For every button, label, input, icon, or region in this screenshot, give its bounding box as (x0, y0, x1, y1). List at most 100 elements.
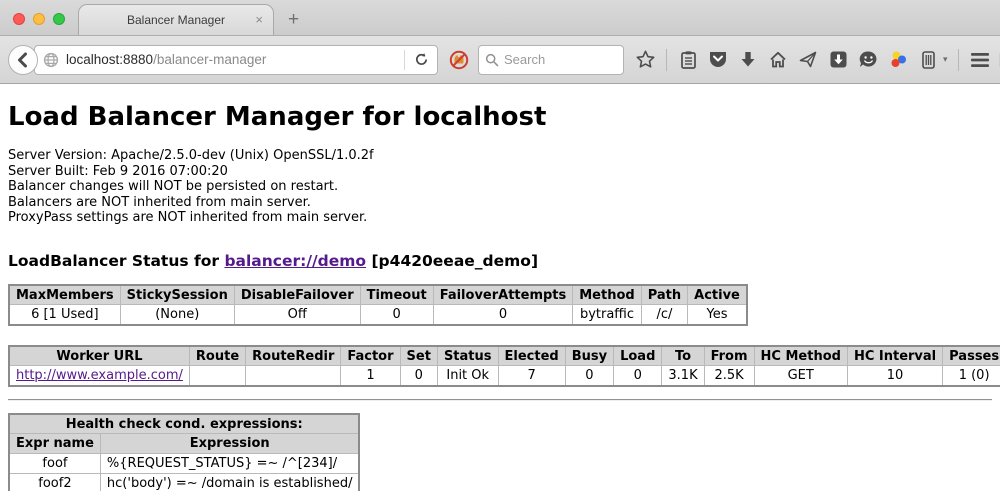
smiley-button[interactable] (857, 48, 879, 72)
table-cell: 6 [1 Used] (9, 305, 120, 325)
table-row: http://www.example.com/10Init Ok7003.1K2… (9, 366, 1000, 386)
table-cell: hc('body') =~ /domain is established/ (100, 474, 359, 491)
url-bar[interactable]: localhost:8880/balancer-manager (34, 45, 438, 75)
reload-button[interactable] (405, 52, 437, 67)
table-cell: 7 (498, 366, 565, 386)
column-header: RouteRedir (246, 346, 341, 366)
reload-icon (414, 52, 429, 67)
page-content: Load Balancer Manager for localhost Serv… (0, 84, 1000, 491)
back-arrow-icon (15, 52, 31, 68)
menu-button[interactable] (969, 48, 991, 72)
box-down-arrow-icon (829, 50, 848, 69)
page-title: Load Balancer Manager for localhost (8, 84, 992, 132)
table-cell: 10 (847, 366, 942, 386)
column-header: HC Interval (847, 346, 942, 366)
tab-bar: Balancer Manager × + (0, 0, 1000, 36)
column-header: FailoverAttempts (433, 285, 573, 305)
colored-dots-icon (889, 50, 908, 69)
column-header: DisableFailover (234, 285, 360, 305)
column-header: Method (573, 285, 641, 305)
table-cell: bytraffic (573, 305, 641, 325)
window-controls (13, 13, 65, 25)
globe-icon[interactable] (43, 52, 59, 68)
proxypass-notice-line: ProxyPass settings are NOT inherited fro… (8, 210, 992, 226)
column-header: Factor (341, 346, 400, 366)
status-heading-suffix: [p4420eeae_demo] (366, 252, 538, 270)
tab-balancer-manager[interactable]: Balancer Manager × (78, 4, 274, 35)
column-header: To (662, 346, 704, 366)
bookmark-star-button[interactable] (634, 48, 656, 72)
worker-url-link[interactable]: http://www.example.com/ (16, 368, 183, 383)
table-cell: %{REQUEST_STATUS} =~ /^[234]/ (100, 454, 359, 474)
status-heading-prefix: LoadBalancer Status for (8, 252, 224, 270)
grill-icon (920, 50, 937, 70)
toolbar-divider (958, 49, 959, 71)
close-window-button[interactable] (13, 13, 25, 25)
table-cell: 0 (433, 305, 573, 325)
toolbar-divider (666, 49, 667, 71)
table-cell: 1 (0) (943, 366, 1000, 386)
column-header: HC Method (754, 346, 847, 366)
table-cell: http://www.example.com/ (9, 366, 189, 386)
table-cell: foof (9, 454, 100, 474)
table-cell: 0 (360, 305, 433, 325)
colored-dots-button[interactable] (887, 48, 909, 72)
health-check-expressions-table: Health check cond. expressions:Expr name… (8, 413, 360, 491)
smiley-face-icon (858, 50, 879, 70)
table-cell: 3.1K (662, 366, 704, 386)
send-button[interactable] (797, 48, 819, 72)
url-path: /balancer-manager (153, 52, 266, 67)
star-icon (635, 49, 656, 70)
column-header: Busy (565, 346, 613, 366)
loadbalancer-status-heading: LoadBalancer Status for balancer://demo … (8, 252, 992, 270)
column-header: Expression (100, 434, 359, 454)
search-input[interactable] (504, 52, 604, 67)
column-header: Set (400, 346, 437, 366)
table-row: foof2hc('body') =~ /domain is establishe… (9, 474, 359, 491)
pocket-icon (708, 50, 728, 69)
table-title: Health check cond. expressions: (9, 414, 359, 434)
paper-plane-icon (798, 50, 818, 69)
table-cell: GET (754, 366, 847, 386)
plugin-blocked-icon (448, 49, 470, 71)
column-header: Timeout (360, 285, 433, 305)
table-cell (246, 366, 341, 386)
column-header: Path (641, 285, 687, 305)
toolbar-icons: ▾ (634, 48, 1000, 72)
clipboard-button[interactable] (677, 48, 699, 72)
column-header: From (704, 346, 754, 366)
extension-grill-button[interactable] (917, 48, 939, 72)
table-cell: Init Ok (437, 366, 498, 386)
zoom-window-button[interactable] (53, 13, 65, 25)
column-header: Passes (943, 346, 1000, 366)
table-row: 6 [1 Used](None)Off00bytraffic/c/Yes (9, 305, 747, 325)
url-domain: localhost:8880 (66, 52, 153, 67)
search-bar[interactable] (478, 45, 624, 75)
table-cell: 0 (565, 366, 613, 386)
browser-window: Balancer Manager × + localhost:8880/bala… (0, 0, 1000, 491)
column-header: Worker URL (9, 346, 189, 366)
home-button[interactable] (767, 48, 789, 72)
table-cell: 1 (341, 366, 400, 386)
column-header: StickySession (120, 285, 234, 305)
url-text[interactable]: localhost:8880/balancer-manager (66, 52, 404, 67)
column-header: Status (437, 346, 498, 366)
tab-close-icon[interactable]: × (255, 12, 263, 27)
chevron-down-icon[interactable]: ▾ (943, 54, 948, 65)
pocket-button[interactable] (707, 48, 729, 72)
column-header: Elected (498, 346, 565, 366)
table-cell: foof2 (9, 474, 100, 491)
download-button[interactable] (737, 48, 759, 72)
divider (8, 399, 992, 401)
search-icon (485, 53, 499, 67)
worker-status-table: Worker URLRouteRouteRedirFactorSetStatus… (8, 345, 1000, 387)
save-box-button[interactable] (827, 48, 849, 72)
balancer-settings-table: MaxMembersStickySessionDisableFailoverTi… (8, 284, 748, 326)
plugin-blocked-button[interactable] (448, 49, 470, 71)
table-cell: /c/ (641, 305, 687, 325)
table-row: foof%{REQUEST_STATUS} =~ /^[234]/ (9, 454, 359, 474)
balancer-demo-link[interactable]: balancer://demo (224, 252, 366, 270)
back-button[interactable] (8, 45, 38, 75)
minimize-window-button[interactable] (33, 13, 45, 25)
new-tab-button[interactable]: + (288, 9, 299, 31)
